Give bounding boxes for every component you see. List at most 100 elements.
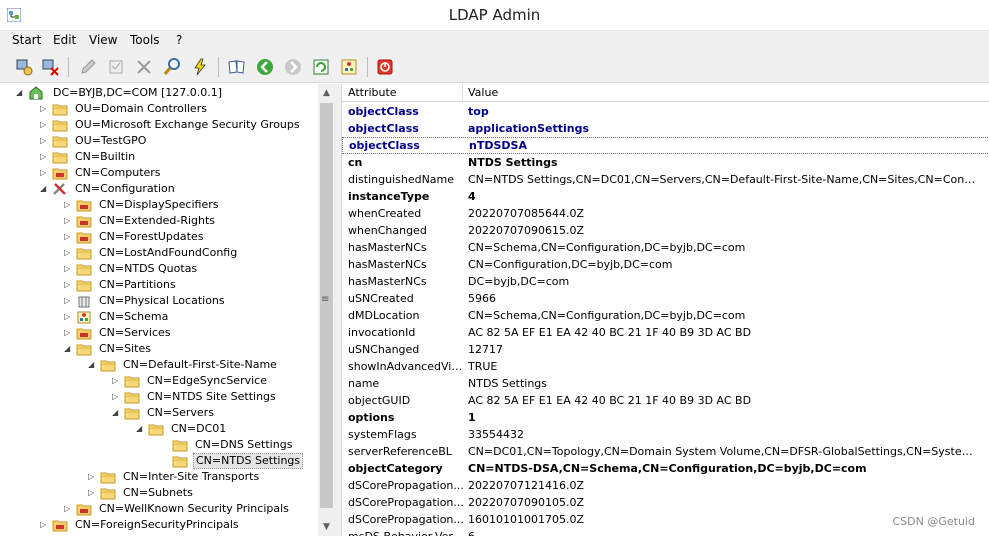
tree-item-label[interactable]: CN=EdgeSyncService — [145, 373, 269, 389]
tree-item[interactable]: CN=NTDS Settings — [160, 453, 318, 469]
tree-item[interactable]: ▷ CN=Subnets — [88, 485, 318, 501]
attribute-row[interactable]: showInAdvancedVie... TRUE — [342, 358, 989, 375]
book-icon[interactable] — [227, 57, 247, 77]
attribute-row[interactable]: objectClass top — [342, 103, 989, 120]
tree-item-label[interactable]: CN=NTDS Quotas — [97, 261, 199, 277]
collapse-arrow-icon[interactable]: ◢ — [136, 425, 144, 433]
collapse-arrow-icon[interactable]: ◢ — [40, 185, 48, 193]
delete-icon[interactable] — [134, 57, 154, 77]
back-icon[interactable] — [255, 57, 275, 77]
attribute-row[interactable]: dSCorePropagation... 20220707090105.0Z — [342, 494, 989, 511]
collapse-arrow-icon[interactable]: ◢ — [88, 361, 96, 369]
attribute-row[interactable]: systemFlags 33554432 — [342, 426, 989, 443]
tree-item-label[interactable]: CN=Partitions — [97, 277, 178, 293]
expand-arrow-icon[interactable]: ▷ — [64, 313, 72, 321]
tree-item-label[interactable]: OU=TestGPO — [73, 133, 148, 149]
expand-arrow-icon[interactable]: ▷ — [88, 473, 96, 481]
tree-item[interactable]: ◢ CN=DC01 — [136, 421, 318, 437]
column-header-value[interactable]: Value — [468, 86, 498, 99]
tree-item[interactable]: ▷ OU=TestGPO — [40, 133, 318, 149]
tree-item-label[interactable]: CN=Builtin — [73, 149, 137, 165]
column-header-attribute[interactable]: Attribute — [348, 86, 397, 99]
attribute-row[interactable]: objectClass applicationSettings — [342, 120, 989, 137]
tree-item[interactable]: ▷ CN=LostAndFoundConfig — [64, 245, 318, 261]
tree-item-label[interactable]: CN=ForeignSecurityPrincipals — [73, 517, 241, 533]
properties-icon[interactable] — [106, 57, 126, 77]
tree-item-label[interactable]: CN=DisplaySpecifiers — [97, 197, 220, 213]
tree-item[interactable]: ▷ CN=Services — [64, 325, 318, 341]
connect-icon[interactable] — [14, 57, 34, 77]
expand-arrow-icon[interactable]: ▷ — [64, 329, 72, 337]
expand-arrow-icon[interactable]: ▷ — [64, 265, 72, 273]
tree-item-label[interactable]: CN=Schema — [97, 309, 170, 325]
tree-item-label[interactable]: CN=Services — [97, 325, 173, 341]
expand-arrow-icon[interactable]: ▷ — [64, 233, 72, 241]
attribute-row[interactable]: name NTDS Settings — [342, 375, 989, 392]
attribute-row[interactable]: instanceType 4 — [342, 188, 989, 205]
tree-root-label[interactable]: DC=BYJB,DC=COM [127.0.0.1] — [51, 85, 224, 101]
tree-item-label[interactable]: CN=Extended-Rights — [97, 213, 217, 229]
search-icon[interactable] — [162, 57, 182, 77]
expand-arrow-icon[interactable]: ▷ — [40, 521, 48, 529]
attribute-row[interactable]: dSCorePropagation... 20220707121416.0Z — [342, 477, 989, 494]
splitter-grip-icon[interactable]: ≡ — [321, 295, 329, 305]
collapse-arrow-icon[interactable]: ◢ — [16, 89, 24, 97]
expand-arrow-icon[interactable]: ▷ — [64, 505, 72, 513]
tree-item-label[interactable]: CN=ForestUpdates — [97, 229, 205, 245]
expand-arrow-icon[interactable]: ▷ — [64, 281, 72, 289]
tree-item[interactable]: ▷ CN=Builtin — [40, 149, 318, 165]
expand-arrow-icon[interactable]: ▷ — [64, 249, 72, 257]
collapse-arrow-icon[interactable]: ◢ — [112, 409, 120, 417]
attribute-row[interactable]: serverReferenceBL CN=DC01,CN=Topology,CN=… — [342, 443, 989, 460]
tree-item-label[interactable]: CN=Servers — [145, 405, 216, 421]
menu-tools[interactable]: Tools — [130, 33, 160, 47]
tree-item[interactable]: ▷ CN=ForeignSecurityPrincipals — [40, 517, 318, 533]
attribute-list[interactable]: Attribute Value objectClass top objectClas… — [341, 84, 989, 536]
expand-arrow-icon[interactable]: ▷ — [40, 137, 48, 145]
attribute-row[interactable]: uSNCreated 5966 — [342, 290, 989, 307]
attribute-row[interactable]: distinguishedName CN=NTDS Settings,CN=DC0… — [342, 171, 989, 188]
tree-root[interactable]: ◢ DC=BYJB,DC=COM [127.0.0.1] — [16, 85, 316, 101]
tree-item[interactable]: ▷ CN=Physical Locations — [64, 293, 318, 309]
tree-item[interactable]: ▷ CN=Computers — [40, 165, 318, 181]
attribute-row[interactable]: hasMasterNCs DC=byjb,DC=com — [342, 273, 989, 290]
edit-icon[interactable] — [78, 57, 98, 77]
tree-item-label[interactable]: CN=Subnets — [121, 485, 195, 501]
scroll-up-arrow-icon[interactable]: ▲ — [321, 88, 332, 99]
tree-item[interactable]: CN=DNS Settings — [160, 437, 318, 453]
attribute-row[interactable]: hasMasterNCs CN=Configuration,DC=byjb,DC=… — [342, 256, 989, 273]
expand-arrow-icon[interactable]: ▷ — [64, 201, 72, 209]
tree-item-label[interactable]: CN=LostAndFoundConfig — [97, 245, 239, 261]
tree-item-label[interactable]: CN=Computers — [73, 165, 163, 181]
expand-arrow-icon[interactable]: ▷ — [112, 393, 120, 401]
tree-item[interactable]: ▷ CN=WellKnown Security Principals — [64, 501, 318, 517]
attribute-row[interactable]: objectGUID AC 82 5A EF E1 EA 42 40 BC 21 … — [342, 392, 989, 409]
tree-item[interactable]: ◢ CN=Sites — [64, 341, 318, 357]
scroll-down-arrow-icon[interactable]: ▼ — [321, 522, 332, 533]
tree-item-label[interactable]: CN=DC01 — [169, 421, 228, 437]
scrollbar-thumb[interactable] — [320, 103, 333, 508]
tree-item-label[interactable]: CN=Inter-Site Transports — [121, 469, 261, 485]
schema-icon[interactable] — [339, 57, 359, 77]
expand-arrow-icon[interactable]: ▷ — [64, 297, 72, 305]
tree-item[interactable]: ▷ CN=Schema — [64, 309, 318, 325]
attribute-row[interactable]: msDS-Behavior-Version6 — [342, 528, 989, 536]
attribute-row[interactable]: objectCategory CN=NTDS-DSA,CN=Schema,CN=C… — [342, 460, 989, 477]
tree-item[interactable]: ▷ CN=Inter-Site Transports — [88, 469, 318, 485]
tree-item-label[interactable]: CN=Configuration — [73, 181, 177, 197]
column-divider[interactable] — [462, 84, 463, 102]
tree-item[interactable]: ▷ CN=ForestUpdates — [64, 229, 318, 245]
collapse-arrow-icon[interactable]: ◢ — [64, 345, 72, 353]
expand-arrow-icon[interactable]: ▷ — [40, 121, 48, 129]
attribute-row[interactable]: cn NTDS Settings — [342, 154, 989, 171]
menu-help[interactable]: ? — [176, 33, 182, 47]
forward-icon[interactable] — [283, 57, 303, 77]
menu-edit[interactable]: Edit — [53, 33, 76, 47]
tree-item[interactable]: ▷ CN=NTDS Site Settings — [112, 389, 318, 405]
attribute-row[interactable]: invocationId AC 82 5A EF E1 EA 42 40 BC 2… — [342, 324, 989, 341]
expand-arrow-icon[interactable]: ▷ — [40, 105, 48, 113]
disconnect-icon[interactable] — [40, 57, 60, 77]
tree-item[interactable]: ◢ CN=Configuration — [40, 181, 318, 197]
exit-icon[interactable] — [375, 57, 395, 77]
attribute-row[interactable]: whenCreated 20220707085644.0Z — [342, 205, 989, 222]
